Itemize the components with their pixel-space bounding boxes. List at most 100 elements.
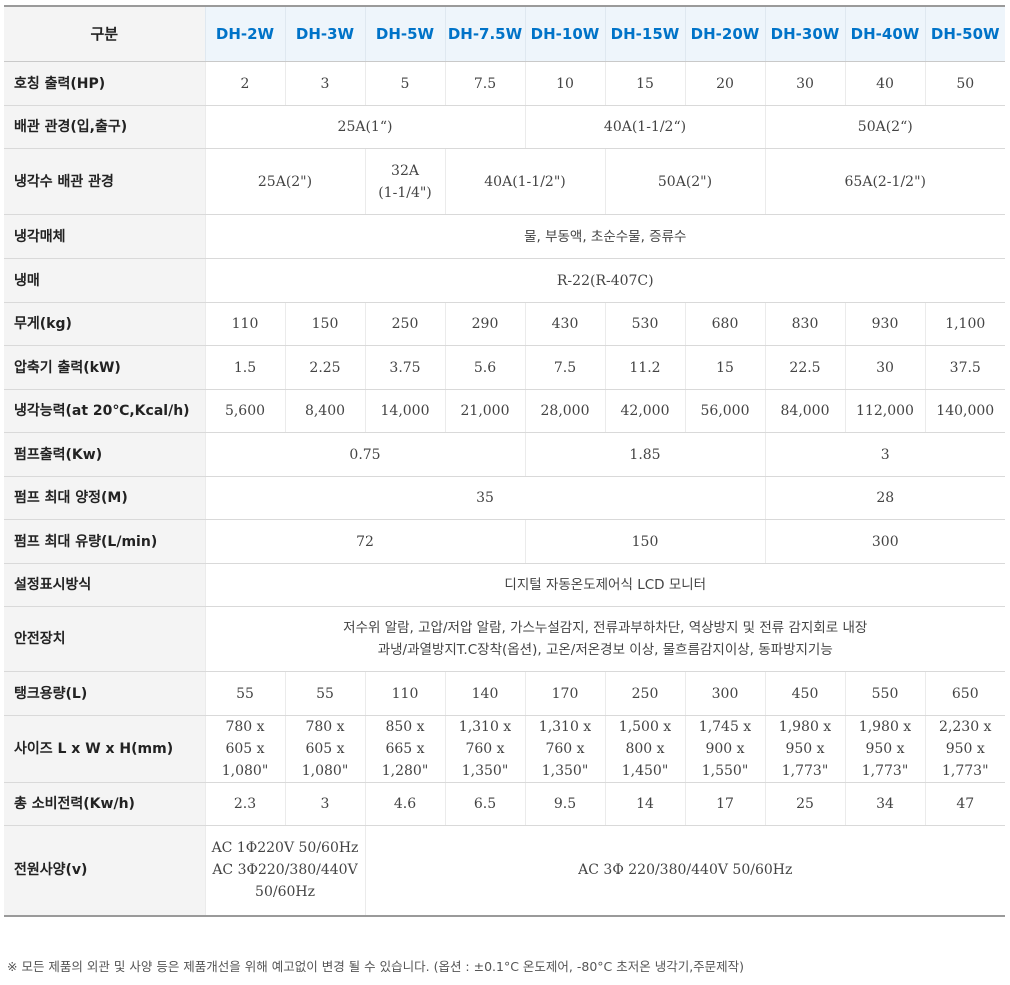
spec-row: 전원사양(v) AC 1Φ220V 50/60Hz AC 3Φ220/380/44… [4,825,1005,917]
spec-value: 15 [604,61,685,106]
spec-value: 930 [844,302,925,346]
spec-value: 110 [364,671,445,716]
spec-value: 47 [924,782,1005,826]
spec-value: 112,000 [844,389,925,433]
spec-value: 37.5 [924,345,1005,390]
spec-row: 사이즈 L x W x H(mm) 780 x 605 x 1,080" 780 x… [4,715,1005,783]
spec-value: R-22(R-407C) [204,258,1005,303]
spec-body: 호칭 출력(HP) 2 3 5 7.5 10 15 20 30 40 50 배관 관경(입,출구) 25… [4,61,1005,917]
row-label: 냉매 [4,258,205,303]
spec-value: 3 [284,61,365,106]
row-label: 냉각수 배관 관경 [4,148,205,215]
spec-value: 35 [204,476,765,520]
spec-value: 72 [204,519,525,564]
spec-value: 3 [284,782,365,826]
spec-value: 저수위 알람, 고압/저압 알람, 가스누설감지, 전류과부하차단, 역상방지 … [204,606,1005,672]
spec-value: AC 1Φ220V 50/60Hz AC 3Φ220/380/440V 50/6… [204,825,365,917]
row-label: 사이즈 L x W x H(mm) [4,715,205,783]
model-header: DH-3W [284,5,365,62]
spec-value: 300 [764,519,1005,564]
spec-value: 2.3 [204,782,285,826]
row-label: 펌프 최대 양정(M) [4,476,205,520]
row-label: 압축기 출력(kW) [4,345,205,390]
spec-value: 40 [844,61,925,106]
spec-value: 22.5 [764,345,845,390]
spec-value: 50A(2") [604,148,765,215]
spec-value: 디지털 자동온도제어식 LCD 모니터 [204,563,1005,607]
spec-value: AC 3Φ 220/380/440V 50/60Hz [364,825,1005,917]
spec-row: 펌프출력(Kw) 0.75 1.85 3 [4,432,1005,477]
spec-value: 3.75 [364,345,445,390]
spec-row: 안전장치 저수위 알람, 고압/저압 알람, 가스누설감지, 전류과부하차단, 역… [4,606,1005,672]
spec-row: 설정표시방식 디지털 자동온도제어식 LCD 모니터 [4,563,1005,607]
spec-value: 1,310 x 760 x 1,350" [444,715,525,783]
row-label: 호칭 출력(HP) [4,61,205,106]
model-header: DH-30W [764,5,845,62]
spec-value: 1,100 [924,302,1005,346]
spec-row: 냉매 R-22(R-407C) [4,258,1005,303]
spec-value: 1,745 x 900 x 1,550" [684,715,765,783]
row-label: 펌프 최대 유량(L/min) [4,519,205,564]
model-header: DH-40W [844,5,925,62]
spec-value: 3 [764,432,1005,477]
spec-value: 65A(2-1/2") [764,148,1005,215]
footnote: ※ 모든 제품의 외관 및 사양 등은 제품개선을 위해 예고없이 변경 될 수… [7,959,745,974]
row-label: 총 소비전력(Kw/h) [4,782,205,826]
spec-value: 1,980 x 950 x 1,773" [844,715,925,783]
spec-value: 55 [204,671,285,716]
spec-value: 9.5 [524,782,605,826]
row-label: 안전장치 [4,606,205,672]
spec-value: 17 [684,782,765,826]
spec-value: 11.2 [604,345,685,390]
spec-value: 780 x 605 x 1,080" [284,715,365,783]
model-header: DH-2W [204,5,285,62]
header-row: 구분 DH-2W DH-3W DH-5W DH-7.5W DH-10W DH-1… [4,5,1005,62]
spec-value: 10 [524,61,605,106]
spec-value: 15 [684,345,765,390]
spec-value: 550 [844,671,925,716]
spec-row: 탱크용량(L) 55 55 110 140 170 250 300 450 550 650 [4,671,1005,716]
spec-value: 40A(1-1/2") [444,148,605,215]
row-label: 탱크용량(L) [4,671,205,716]
spec-value: 2.25 [284,345,365,390]
spec-value: 28,000 [524,389,605,433]
row-label: 설정표시방식 [4,563,205,607]
spec-value: 4.6 [364,782,445,826]
spec-value: 32A (1-1/4") [364,148,445,215]
spec-value: 25A(1“) [204,105,525,149]
spec-value: 7.5 [444,61,525,106]
spec-value: 250 [604,671,685,716]
spec-value: 110 [204,302,285,346]
spec-value: 430 [524,302,605,346]
model-header: DH-20W [684,5,765,62]
spec-value: 2,230 x 950 x 1,773" [924,715,1005,783]
spec-value: 1,500 x 800 x 1,450" [604,715,685,783]
spec-value: 780 x 605 x 1,080" [204,715,285,783]
spec-value: 290 [444,302,525,346]
model-header: DH-15W [604,5,685,62]
spec-value: 21,000 [444,389,525,433]
spec-value: 14,000 [364,389,445,433]
spec-value: 50 [924,61,1005,106]
spec-value: 56,000 [684,389,765,433]
spec-row: 냉각매체 물, 부동액, 초순수물, 증류수 [4,214,1005,259]
spec-table: 구분 DH-2W DH-3W DH-5W DH-7.5W DH-10W DH-1… [4,5,1005,917]
spec-value: 830 [764,302,845,346]
spec-value: 250 [364,302,445,346]
spec-value: 물, 부동액, 초순수물, 증류수 [204,214,1005,259]
spec-value: 14 [604,782,685,826]
model-header: DH-7.5W [444,5,525,62]
spec-value: 8,400 [284,389,365,433]
corner-header: 구분 [4,5,205,62]
spec-row: 압축기 출력(kW) 1.5 2.25 3.75 5.6 7.5 11.2 15 22.5 30 3… [4,345,1005,390]
spec-value: 7.5 [524,345,605,390]
spec-row: 냉각수 배관 관경 25A(2") 32A (1-1/4") 40A(1-1/2") 5… [4,148,1005,215]
row-label: 냉각능력(at 20℃,Kcal/h) [4,389,205,433]
row-label: 배관 관경(입,출구) [4,105,205,149]
spec-value: 30 [764,61,845,106]
spec-value: 650 [924,671,1005,716]
spec-value: 680 [684,302,765,346]
spec-value: 55 [284,671,365,716]
spec-value: 5.6 [444,345,525,390]
spec-row: 총 소비전력(Kw/h) 2.3 3 4.6 6.5 9.5 14 17 25 34 47 [4,782,1005,826]
